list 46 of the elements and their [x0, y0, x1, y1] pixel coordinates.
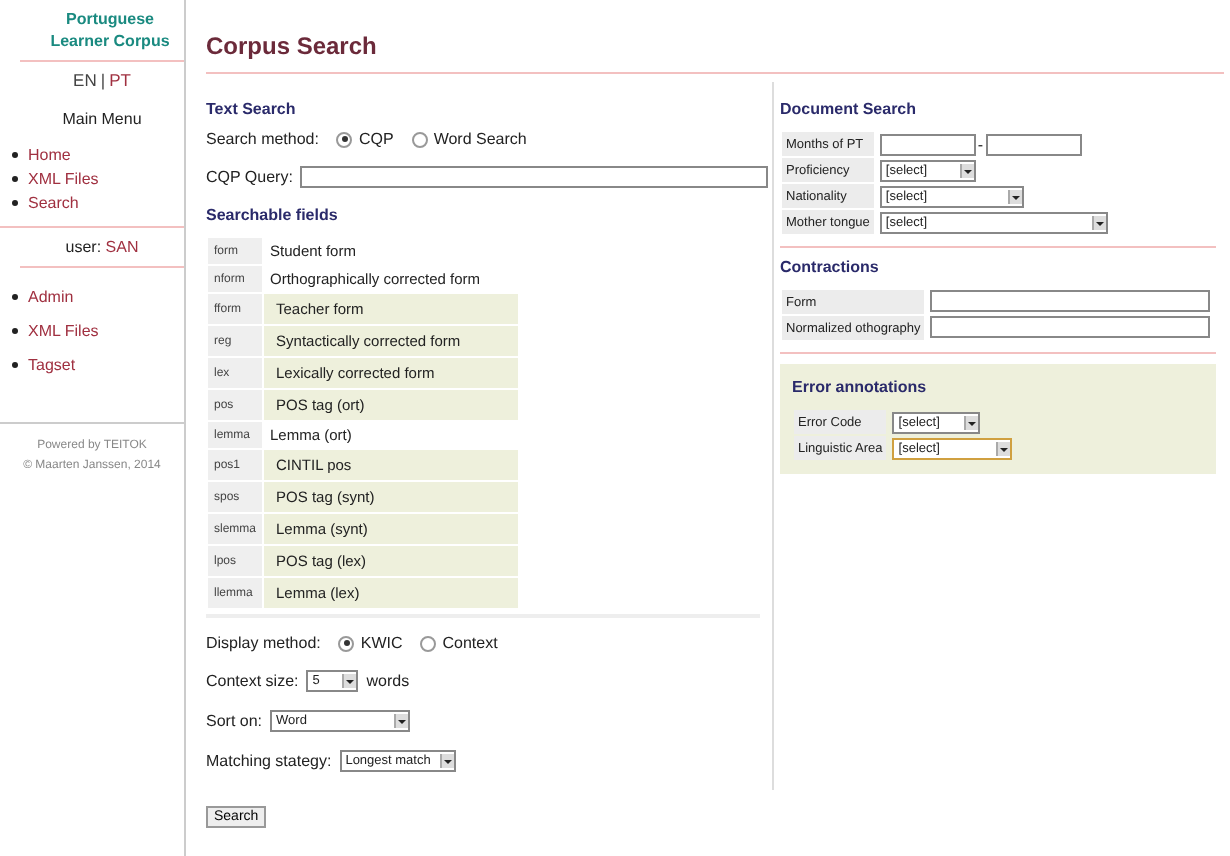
- menu-link[interactable]: Tagset: [28, 356, 76, 374]
- bullet-icon: [12, 294, 18, 300]
- language-link[interactable]: PT: [109, 70, 131, 90]
- field-label: CQP Query:: [206, 168, 293, 186]
- section-title: Searchable fields: [206, 206, 340, 224]
- field-label: Search method:: [206, 130, 319, 148]
- field-label: Display method:: [206, 634, 321, 652]
- menu-link[interactable]: Search: [28, 193, 79, 211]
- section-title: Document Search: [780, 100, 919, 118]
- text-field[interactable]: [930, 290, 1210, 312]
- menu-link[interactable]: XML Files: [28, 169, 99, 187]
- radio-button[interactable]: [420, 635, 437, 651]
- bullet-icon: [12, 175, 18, 181]
- site-title[interactable]: Portuguese Learner Corpus: [20, 8, 184, 62]
- range-separator: -: [977, 135, 984, 153]
- user-link[interactable]: SAN: [105, 238, 139, 256]
- radio-label: Word Search: [433, 130, 527, 148]
- radio-label: Context: [442, 634, 498, 652]
- field-label: Context size:: [206, 672, 299, 690]
- section-title: Error annotations: [792, 378, 929, 396]
- menu-link[interactable]: Admin: [28, 288, 74, 306]
- bullet-icon: [12, 328, 18, 334]
- section-title: Text Search: [206, 100, 298, 118]
- query-field[interactable]: [300, 166, 768, 188]
- unit-label: words: [366, 672, 410, 690]
- menu-link[interactable]: Home: [28, 145, 71, 163]
- bullet-icon: [12, 199, 18, 205]
- field-label: Matching stategy:: [206, 752, 332, 770]
- months-to-field[interactable]: [985, 133, 1082, 155]
- section-title: Contractions: [780, 258, 881, 276]
- menu-title: Main Menu: [60, 110, 144, 128]
- text-field[interactable]: [930, 316, 1210, 338]
- menu-link[interactable]: XML Files: [28, 322, 99, 340]
- radio-button[interactable]: [336, 131, 353, 147]
- bullet-icon: [12, 362, 18, 368]
- separator-text: |: [100, 70, 106, 90]
- radio-label: KWIC: [360, 634, 403, 652]
- page-title: Corpus Search: [206, 32, 1224, 74]
- radio-button[interactable]: [411, 131, 428, 147]
- language-link[interactable]: EN: [73, 70, 97, 90]
- months-from-field[interactable]: [879, 133, 976, 155]
- radio-label: CQP: [358, 130, 394, 148]
- bullet-icon: [12, 151, 18, 157]
- user-label: user:: [65, 238, 102, 256]
- field-label: Sort on:: [206, 712, 263, 730]
- radio-button[interactable]: [338, 635, 355, 651]
